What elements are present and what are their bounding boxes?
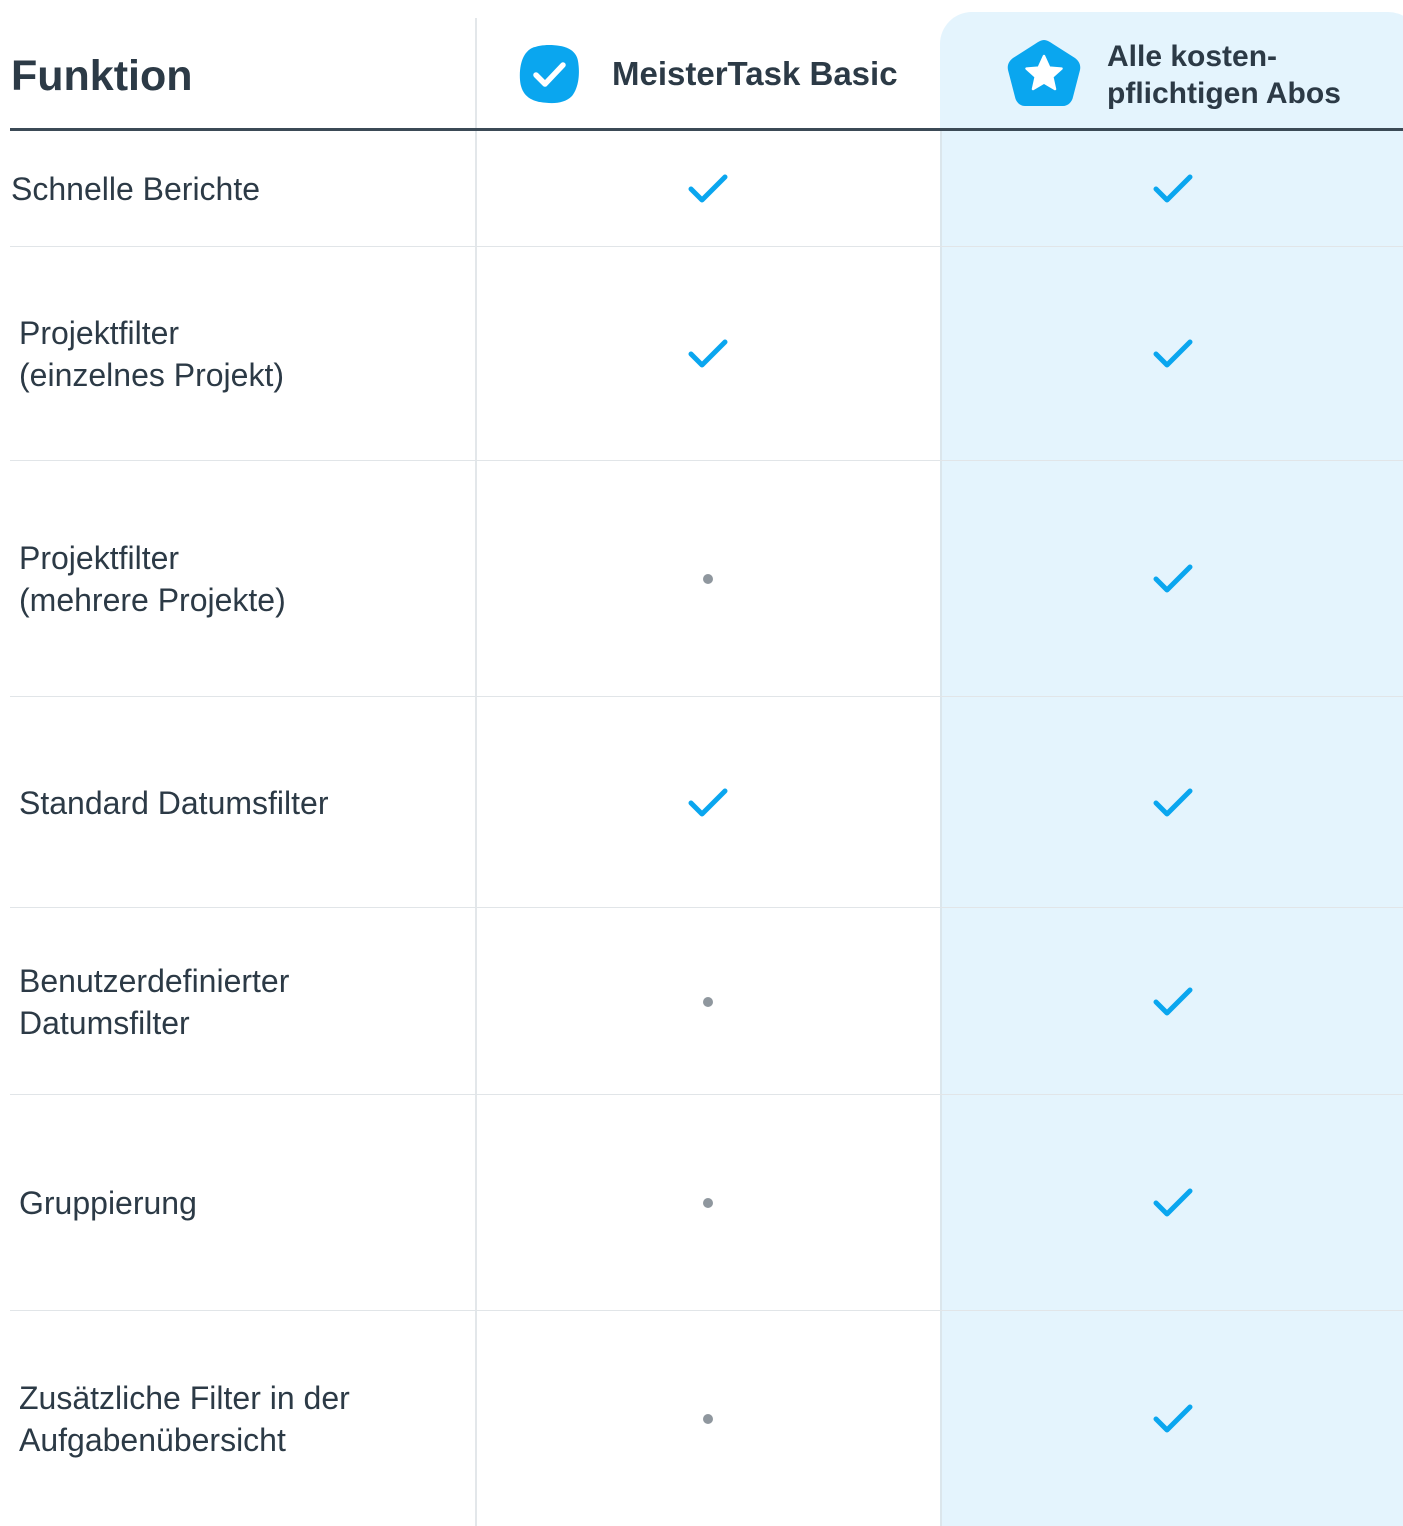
feature-name: Zusätzliche Filter in der Aufgabenübersic… — [19, 1379, 350, 1458]
dot-icon — [688, 1183, 728, 1223]
checkmark-icon — [1153, 169, 1193, 209]
checkmark-icon — [688, 169, 728, 209]
table-row: Gruppierung — [0, 1095, 1403, 1311]
checkmark-icon — [1153, 1399, 1193, 1439]
feature-name: Projektfilter (mehrere Projekte) — [19, 540, 286, 618]
not-included-dot — [703, 1413, 713, 1424]
dot-icon — [688, 982, 728, 1022]
star-badge-icon — [1007, 40, 1081, 106]
check-badge-icon — [519, 45, 579, 104]
checkmark-icon — [1153, 982, 1193, 1022]
column-header-paid: Alle kosten- pflichtigen Abos — [1005, 30, 1367, 120]
feature-name: Gruppierung — [19, 1185, 197, 1221]
feature-name: Standard Datumsfilter — [19, 784, 329, 821]
checkmark-icon — [1153, 334, 1193, 374]
feature-comparison-table: Funktion MeisterTask Basic Alle kosten- … — [0, 0, 1403, 1526]
plan-label-basic: MeisterTask Basic — [612, 55, 898, 92]
checkmark-icon — [1153, 1183, 1193, 1223]
dot-icon — [688, 1399, 728, 1439]
column-header-basic: MeisterTask Basic — [518, 40, 898, 108]
not-included-dot — [703, 1198, 713, 1208]
table-row: Schnelle Berichte — [0, 131, 1403, 247]
checkmark-icon — [688, 783, 728, 823]
table-row: Projektfilter (einzelnes Projekt) — [0, 247, 1403, 461]
table-row: Projektfilter (mehrere Projekte) — [0, 461, 1403, 697]
dot-icon — [688, 559, 728, 599]
checkmark-icon — [1153, 559, 1193, 599]
column-header-feature: Funktion — [11, 52, 193, 100]
feature-name: Schnelle Berichte — [11, 171, 261, 207]
table-row: Standard Datumsfilter — [0, 697, 1403, 908]
table-row: Benutzerdefinierter Datumsfilter — [0, 908, 1403, 1095]
table-row: Zusätzliche Filter in der Aufgabenübersic… — [0, 1311, 1403, 1526]
not-included-dot — [703, 574, 713, 584]
not-included-dot — [703, 996, 713, 1007]
feature-name: Projektfilter (einzelnes Projekt) — [19, 315, 284, 393]
checkmark-icon — [1153, 783, 1193, 823]
checkmark-icon — [688, 334, 728, 374]
feature-name: Benutzerdefinierter Datumsfilter — [19, 962, 290, 1041]
plan-label-paid: Alle kosten- pflichtigen Abos — [1107, 40, 1341, 110]
